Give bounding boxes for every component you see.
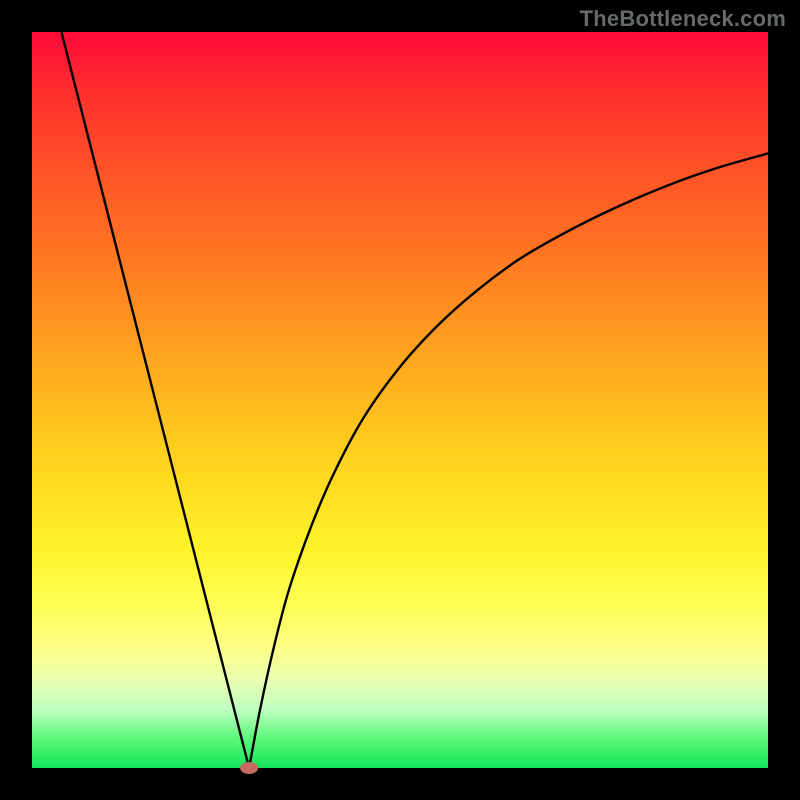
plot-area	[32, 32, 768, 768]
chart-frame: TheBottleneck.com	[0, 0, 800, 800]
right-branch-curve	[249, 153, 768, 768]
watermark-text: TheBottleneck.com	[580, 6, 786, 32]
curve-layer	[32, 32, 768, 768]
left-branch-curve	[61, 32, 249, 768]
minimum-marker	[240, 762, 258, 774]
